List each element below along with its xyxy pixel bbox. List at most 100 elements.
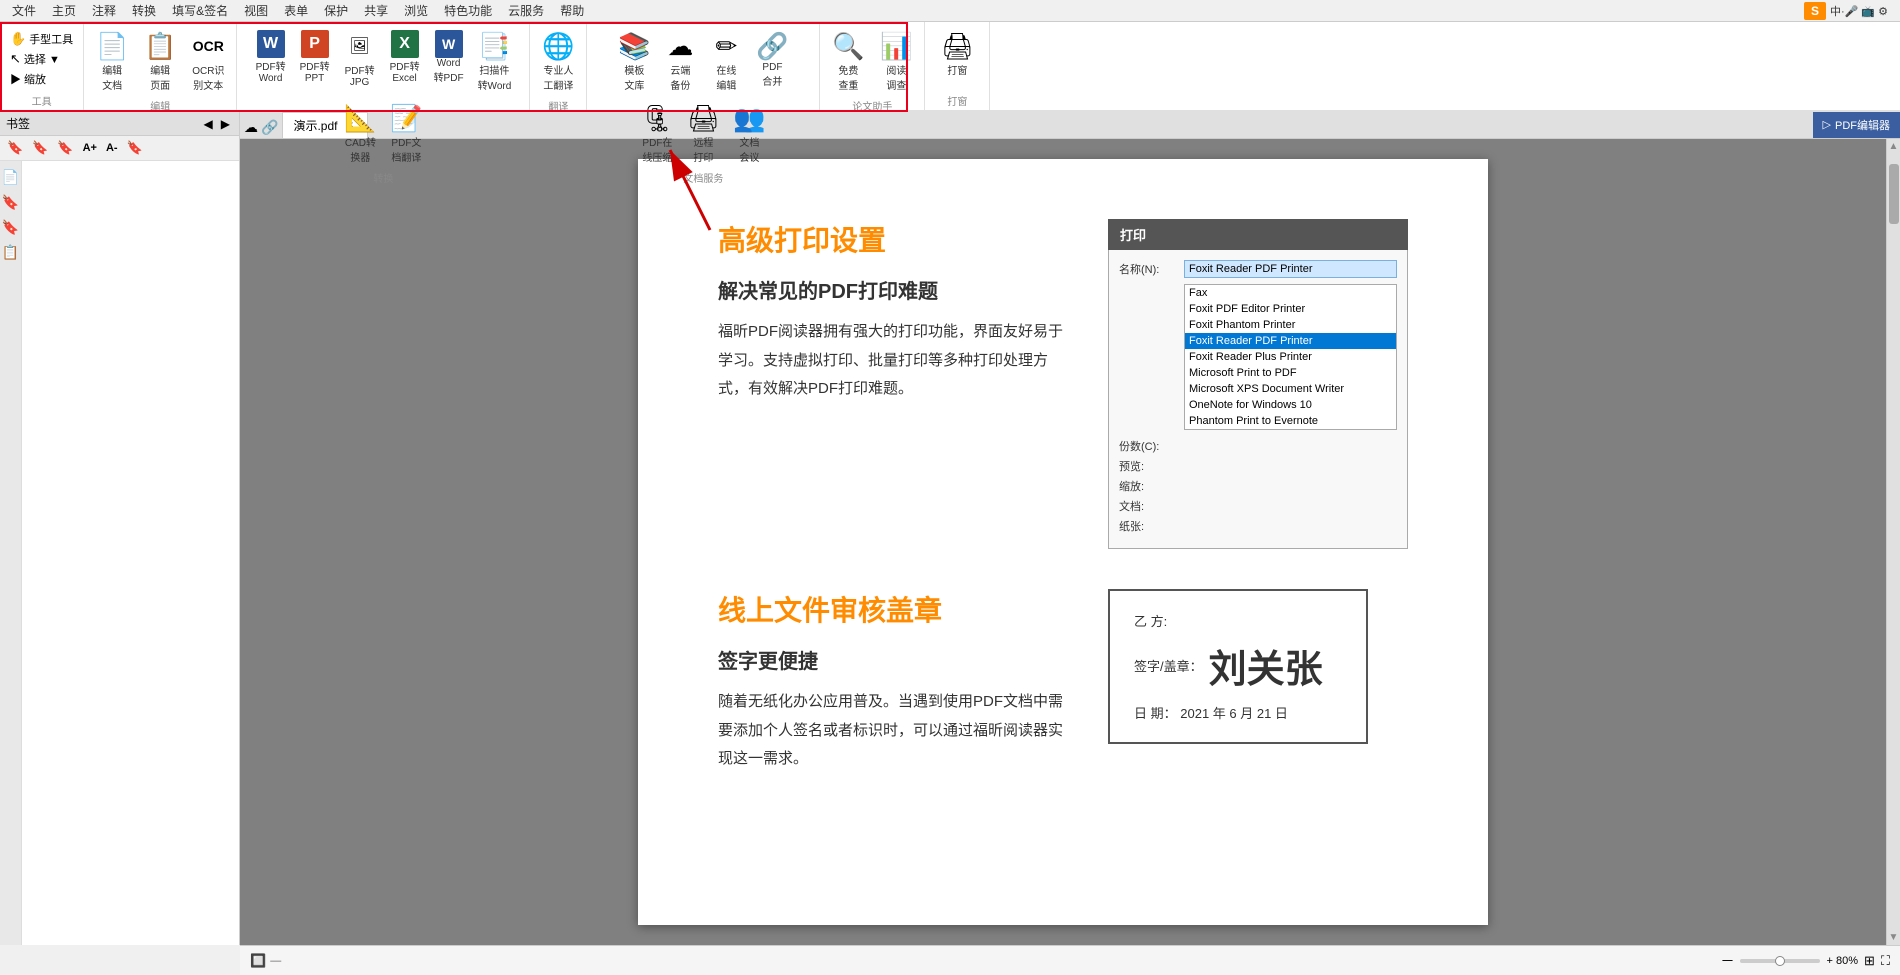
zoom-slider[interactable] <box>1740 959 1820 963</box>
cloud-backup-btn[interactable]: ☁ 云端备份 <box>658 26 702 96</box>
print-paper-row: 纸张: <box>1119 518 1397 534</box>
edit-shrink-btn[interactable]: ▶ 缩放 <box>6 70 50 88</box>
pdf-word-btn[interactable]: W PDF转Word <box>250 26 292 88</box>
menu-bar: 文件 主页 注释 转换 填写&签名 视图 表单 保护 共享 浏览 特色功能 云服… <box>0 0 1900 22</box>
template-btn[interactable]: 📚 模板文库 <box>612 26 656 96</box>
pdf-excel-btn[interactable]: X PDF转Excel <box>384 26 426 88</box>
sig-date-value: 2021 年 6 月 21 日 <box>1180 706 1288 721</box>
pdf-compress-btn[interactable]: 🗜 PDF在线压缩 <box>635 98 679 168</box>
page-container[interactable]: 高级打印设置 解决常见的PDF打印难题 福昕PDF阅读器拥有强大的打印功能，界面… <box>240 139 1886 945</box>
print-main-btn[interactable]: 🖨 打窗 <box>935 26 979 81</box>
main-content: 高级打印设置 解决常见的PDF打印难题 福昕PDF阅读器拥有强大的打印功能，界面… <box>240 139 1900 945</box>
menu-convert[interactable]: 转换 <box>124 0 164 21</box>
ocr-btn[interactable]: OCR OCR识别文本 <box>186 26 230 96</box>
edit-doc-btn[interactable]: 📄 编辑文档 <box>90 26 134 96</box>
sidebar-tool-3[interactable]: 🔖 <box>54 139 76 157</box>
sig-name: 刘关张 <box>1209 638 1323 693</box>
pdf-jpg-btn[interactable]: 🖼 PDF转JPG <box>338 26 382 92</box>
pdf-ppt-btn[interactable]: P PDF转PPT <box>294 26 336 88</box>
pdf-page: 高级打印设置 解决常见的PDF打印难题 福昕PDF阅读器拥有强大的打印功能，界面… <box>638 159 1488 925</box>
fullscreen-btn[interactable]: ⛶ <box>1881 953 1890 969</box>
scroll-thumb[interactable] <box>1889 164 1899 224</box>
printer-foxit-reader[interactable]: Foxit Reader PDF Printer <box>1185 333 1396 349</box>
printer-phantom-evernote[interactable]: Phantom Print to Evernote <box>1185 413 1396 429</box>
sidebar-nav-prev[interactable]: ◀ <box>201 117 216 131</box>
printer-ms-pdf[interactable]: Microsoft Print to PDF <box>1185 365 1396 381</box>
print-dialog-title: 打印 <box>1108 219 1408 250</box>
print-name-row: 名称(N): <box>1119 260 1397 278</box>
cad-btn[interactable]: 📐 CAD转换器 <box>338 98 382 168</box>
section-1: 高级打印设置 解决常见的PDF打印难题 福昕PDF阅读器拥有强大的打印功能，界面… <box>718 219 1408 549</box>
word-pdf-btn[interactable]: W Word转PDF <box>428 26 470 88</box>
menu-file[interactable]: 文件 <box>4 0 44 21</box>
sidebar-icon-4[interactable]: 📋 <box>0 242 21 263</box>
printer-foxit-plus[interactable]: Foxit Reader Plus Printer <box>1185 349 1396 365</box>
sidebar-tool-2[interactable]: 🔖 <box>29 139 51 157</box>
brand-logo: S <box>1804 2 1826 20</box>
print-printer-list[interactable]: Fax Foxit PDF Editor Printer Foxit Phant… <box>1184 284 1397 430</box>
scan-word-btn[interactable]: 📑 扫描件转Word <box>472 26 518 96</box>
edit-page-btn[interactable]: 📋 编辑页面 <box>138 26 182 96</box>
sidebar-nav-next[interactable]: ▶ <box>218 117 233 131</box>
sig-label: 签字/盖章： <box>1134 656 1203 675</box>
scroll-down-btn[interactable]: ▼ <box>1889 930 1899 945</box>
hand-tool-btn[interactable]: ✋ 手型工具 <box>6 30 77 48</box>
menu-annotation[interactable]: 注释 <box>84 0 124 21</box>
sidebar-tool-1[interactable]: 🔖 <box>4 139 26 157</box>
menu-browse[interactable]: 浏览 <box>396 0 436 21</box>
printer-foxit-phantom[interactable]: Foxit Phantom Printer <box>1185 317 1396 333</box>
sidebar-tool-4[interactable]: 🔖 <box>124 139 146 157</box>
right-scrollbar[interactable]: ▲ ▼ <box>1886 139 1900 945</box>
signature-box: 乙 方: 签字/盖章： 刘关张 日 期： 2021 年 6 月 21 日 <box>1108 589 1368 744</box>
online-edit-btn[interactable]: ✏ 在线编辑 <box>704 26 748 96</box>
select-tool-btn[interactable]: ↖ 选择 ▼ <box>6 50 64 68</box>
pdf-translate-btn[interactable]: 📝 PDF文档翻译 <box>384 98 428 168</box>
scroll-up-btn[interactable]: ▲ <box>1889 139 1899 154</box>
menu-form[interactable]: 表单 <box>276 0 316 21</box>
menu-home[interactable]: 主页 <box>44 0 84 21</box>
menu-sign[interactable]: 填写&签名 <box>164 0 236 21</box>
sidebar: 书签 ◀ ▶ 🔖 🔖 🔖 A+ A- 🔖 📄 🔖 🔖 📋 <box>0 112 240 945</box>
print-preview-label: 预览: <box>1119 458 1184 474</box>
sidebar-icon-1[interactable]: 📄 <box>0 167 21 188</box>
printer-fax[interactable]: Fax <box>1185 285 1396 301</box>
section2-text: 线上文件审核盖章 签字更便捷 随着无纸化办公应用普及。当遇到使用PDF文档中需要… <box>718 589 1068 774</box>
printer-foxit-editor[interactable]: Foxit PDF Editor Printer <box>1185 301 1396 317</box>
section2-subtitle: 签字更便捷 <box>718 645 1068 674</box>
print-dialog: 打印 名称(N): Fax Foxit PDF Ed <box>1108 219 1408 549</box>
remote-print-btn[interactable]: 🖨 远程打印 <box>681 98 725 168</box>
menu-cloud[interactable]: 云服务 <box>500 0 552 21</box>
brand-text: 中·🎤 📺 ⚙ <box>1830 3 1888 19</box>
professional-translate-btn[interactable]: 🌐 专业人工翻译 <box>536 26 580 96</box>
sidebar-font-increase[interactable]: A+ <box>80 141 100 155</box>
print-name-input[interactable] <box>1184 260 1397 278</box>
pdf-editor-label[interactable]: ▷ PDF编辑器 <box>1813 111 1900 138</box>
bottom-left: 🔲 — <box>250 953 281 969</box>
fit-page-btn[interactable]: ⊞ <box>1864 953 1875 969</box>
sidebar-icon-2[interactable]: 🔖 <box>0 192 21 213</box>
ribbon-translate-group: 🌐 专业人工翻译 翻译 <box>530 22 587 110</box>
zoom-plus-label[interactable]: + 80% <box>1826 955 1858 967</box>
menu-help[interactable]: 帮助 <box>552 0 592 21</box>
bottom-icon-1[interactable]: 🔲 <box>250 953 266 969</box>
read-check-btn[interactable]: 📊 阅读调查 <box>874 26 918 96</box>
printer-onenote[interactable]: OneNote for Windows 10 <box>1185 397 1396 413</box>
sidebar-icon-3[interactable]: 🔖 <box>0 217 21 238</box>
menu-view[interactable]: 视图 <box>236 0 276 21</box>
menu-share[interactable]: 共享 <box>356 0 396 21</box>
printer-ms-xps[interactable]: Microsoft XPS Document Writer <box>1185 381 1396 397</box>
sidebar-header: 书签 ◀ ▶ <box>0 112 239 136</box>
menu-special[interactable]: 特色功能 <box>436 0 500 21</box>
tool-group-label: 工具 <box>32 93 52 110</box>
sidebar-font-decrease[interactable]: A- <box>103 141 121 155</box>
zoom-minus[interactable]: － <box>1720 951 1734 971</box>
menu-protect[interactable]: 保护 <box>316 0 356 21</box>
convert-group-label: 转换 <box>373 170 393 187</box>
zoom-thumb[interactable] <box>1775 956 1785 966</box>
section-2: 线上文件审核盖章 签字更便捷 随着无纸化办公应用普及。当遇到使用PDF文档中需要… <box>718 589 1408 774</box>
free-check-btn[interactable]: 🔍 免费查重 <box>826 26 870 96</box>
section2-title: 线上文件审核盖章 <box>718 589 1068 629</box>
doc-meeting-btn[interactable]: 👥 文档会议 <box>727 98 771 168</box>
docservice-label: 文档服务 <box>683 170 723 187</box>
pdf-merge-btn[interactable]: 🔗 PDF合并 <box>750 26 794 92</box>
